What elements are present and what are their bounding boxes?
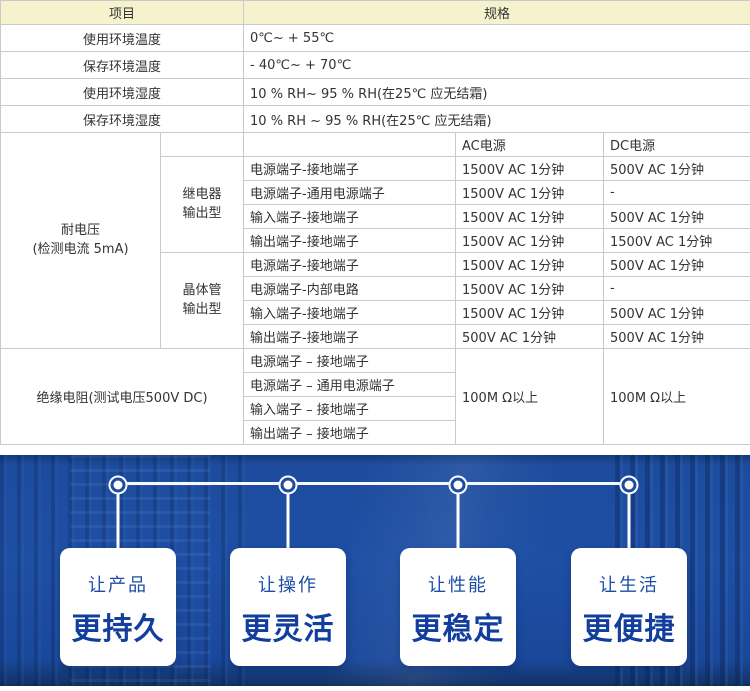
group-relay-label: 继电器 输出型: [161, 157, 244, 253]
ac-value-cell: 1500V AC 1分钟: [456, 301, 604, 325]
terminal-cell: 电源端子-内部电路: [244, 277, 456, 301]
ac-value-cell: 1500V AC 1分钟: [456, 253, 604, 277]
withstand-label-line1: 耐电压: [7, 222, 154, 241]
row-value: 0℃~ + 55℃: [244, 25, 750, 52]
ac-value-cell: 1500V AC 1分钟: [456, 205, 604, 229]
terminal-cell: 电源端子 – 接地端子: [244, 349, 456, 373]
timeline-horizontal-line: [118, 482, 629, 485]
row-value: - 40℃~ + 70℃: [244, 52, 750, 79]
promo-banner: 让产品 更持久 让操作 更灵活 让性能 更稳定 让生活 更便捷: [0, 455, 750, 686]
timeline-connector-3: [457, 484, 460, 550]
env-row: 使用环境温度 0℃~ + 55℃: [1, 25, 750, 52]
row-label: 使用环境温度: [1, 25, 244, 52]
insulation-dc-value: 100M Ω以上: [604, 349, 750, 445]
ac-value-cell: 500V AC 1分钟: [456, 325, 604, 349]
dc-value-cell: 500V AC 1分钟: [604, 301, 750, 325]
dc-value-cell: -: [604, 181, 750, 205]
env-row: 保存环境温度 - 40℃~ + 70℃: [1, 52, 750, 79]
row-value: 10 % RH~ 95 % RH(在25℃ 应无结霜): [244, 79, 750, 106]
promo-card-flexibility: 让操作 更灵活: [230, 548, 346, 666]
insulation-ac-value: 100M Ω以上: [456, 349, 604, 445]
dc-value-cell: 1500V AC 1分钟: [604, 229, 750, 253]
group-name-line: 输出型: [167, 301, 237, 320]
ac-value-cell: 1500V AC 1分钟: [456, 277, 604, 301]
terminal-cell: 电源端子-通用电源端子: [244, 181, 456, 205]
insulation-row: 绝缘电阻(测试电压500V DC) 电源端子 – 接地端子 100M Ω以上 1…: [1, 349, 750, 373]
col-header-dc: DC电源: [604, 133, 750, 157]
withstand-label-line2: (检测电流 5mA): [7, 241, 154, 260]
card-subtitle: 让操作: [230, 571, 346, 597]
promo-card-stability: 让性能 更稳定: [400, 548, 516, 666]
group-name-line: 晶体管: [167, 282, 237, 301]
terminal-cell: 输入端子-接地端子: [244, 205, 456, 229]
dc-value-cell: 500V AC 1分钟: [604, 253, 750, 277]
terminal-cell: 电源端子 – 通用电源端子: [244, 373, 456, 397]
insulation-label: 绝缘电阻(测试电压500V DC): [1, 349, 244, 445]
env-row: 使用环境湿度 10 % RH~ 95 % RH(在25℃ 应无结霜): [1, 79, 750, 106]
dc-value-cell: 500V AC 1分钟: [604, 157, 750, 181]
group-name-line: 继电器: [167, 186, 237, 205]
row-label: 保存环境温度: [1, 52, 244, 79]
withstand-label: 耐电压 (检测电流 5mA): [1, 133, 161, 349]
timeline-node-icon-3: [454, 481, 463, 490]
withstand-header-row: 耐电压 (检测电流 5mA) AC电源 DC电源: [1, 133, 750, 157]
withstand-empty-group-cell: [161, 133, 244, 157]
col-header-ac: AC电源: [456, 133, 604, 157]
terminal-cell: 输入端子 – 接地端子: [244, 397, 456, 421]
promo-card-durability: 让产品 更持久: [60, 548, 176, 666]
withstand-empty-terminal-cell: [244, 133, 456, 157]
terminal-cell: 输出端子-接地端子: [244, 229, 456, 253]
card-title: 更稳定: [400, 604, 516, 648]
timeline-node-icon-1: [114, 481, 123, 490]
row-label: 使用环境湿度: [1, 79, 244, 106]
terminal-cell: 输出端子-接地端子: [244, 325, 456, 349]
ac-value-cell: 1500V AC 1分钟: [456, 181, 604, 205]
card-subtitle: 让产品: [60, 571, 176, 597]
group-transistor-label: 晶体管 输出型: [161, 253, 244, 349]
timeline-connector-4: [628, 484, 631, 550]
terminal-cell: 输入端子-接地端子: [244, 301, 456, 325]
timeline-node-icon-2: [284, 481, 293, 490]
spec-table: 项目 规格 使用环境温度 0℃~ + 55℃ 保存环境温度 - 40℃~ + 7…: [0, 0, 750, 445]
env-row: 保存环境湿度 10 % RH ~ 95 % RH(在25℃ 应无结霜): [1, 106, 750, 133]
row-value: 10 % RH ~ 95 % RH(在25℃ 应无结霜): [244, 106, 750, 133]
header-item: 项目: [1, 1, 244, 25]
promo-card-convenience: 让生活 更便捷: [571, 548, 687, 666]
header-spec: 规格: [244, 1, 750, 25]
terminal-cell: 电源端子-接地端子: [244, 253, 456, 277]
ac-value-cell: 1500V AC 1分钟: [456, 157, 604, 181]
group-name-line: 输出型: [167, 205, 237, 224]
terminal-cell: 电源端子-接地端子: [244, 157, 456, 181]
card-subtitle: 让性能: [400, 571, 516, 597]
dc-value-cell: -: [604, 277, 750, 301]
card-subtitle: 让生活: [571, 571, 687, 597]
timeline-node-icon-4: [625, 481, 634, 490]
timeline-connector-1: [117, 484, 120, 550]
dc-value-cell: 500V AC 1分钟: [604, 205, 750, 229]
timeline-connector-2: [287, 484, 290, 550]
card-title: 更便捷: [571, 604, 687, 648]
card-title: 更持久: [60, 604, 176, 648]
card-title: 更灵活: [230, 604, 346, 648]
dc-value-cell: 500V AC 1分钟: [604, 325, 750, 349]
row-label: 保存环境湿度: [1, 106, 244, 133]
terminal-cell: 输出端子 – 接地端子: [244, 421, 456, 445]
table-header-row: 项目 规格: [1, 1, 750, 25]
ac-value-cell: 1500V AC 1分钟: [456, 229, 604, 253]
